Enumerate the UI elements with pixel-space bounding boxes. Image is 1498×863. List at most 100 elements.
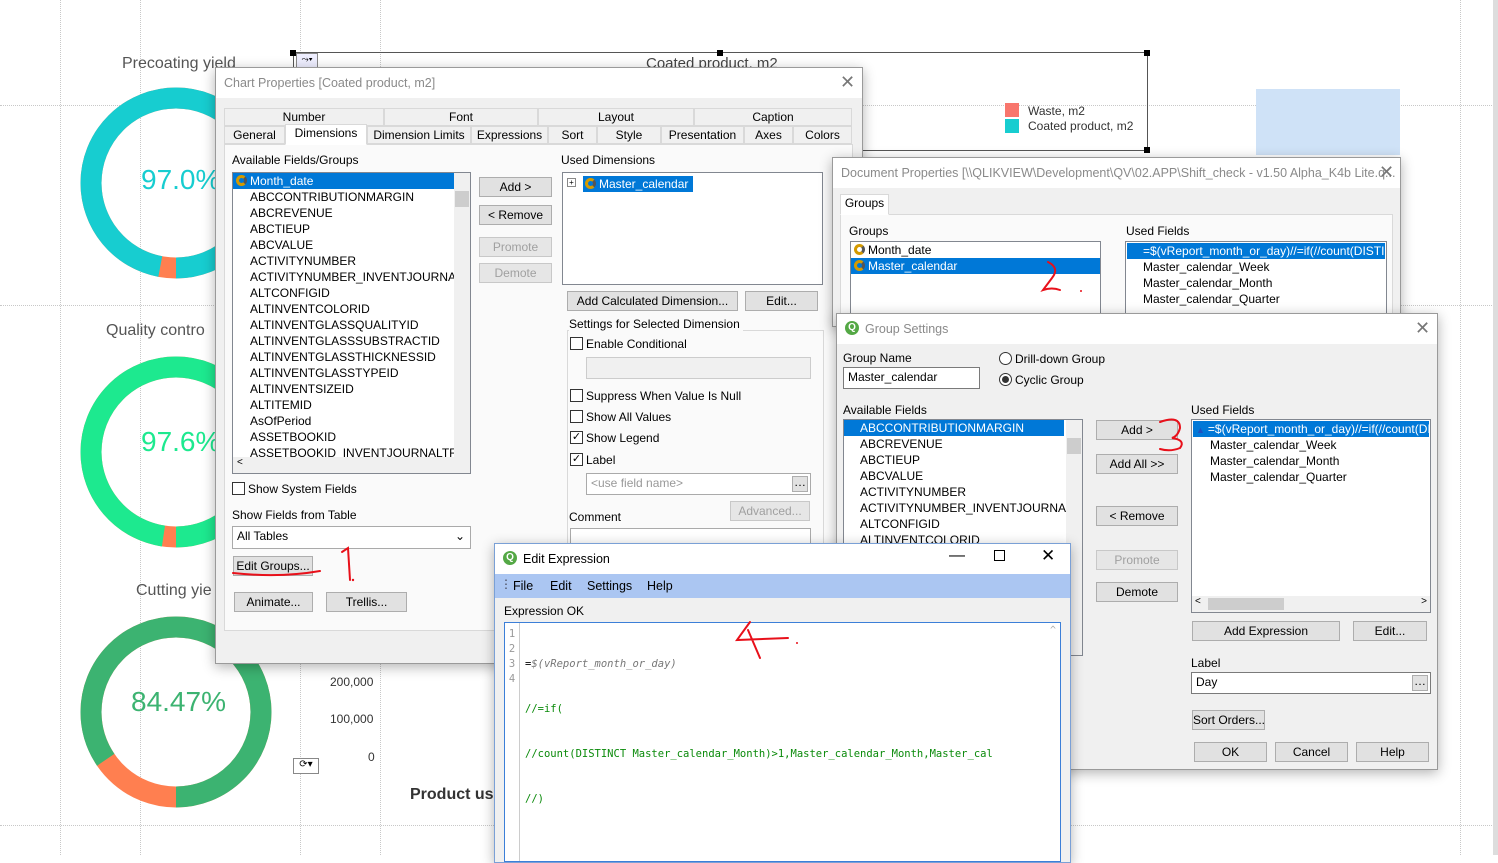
tab-colors[interactable]: Colors — [793, 126, 852, 144]
list-item[interactable]: ABCVALUE — [844, 468, 1082, 484]
tab-style[interactable]: Style — [597, 126, 661, 144]
list-item[interactable]: ALTINVENTCOLORID — [233, 301, 470, 317]
list-item[interactable]: Master_calendar — [583, 176, 694, 192]
add-expression-button[interactable]: Add Expression — [1192, 621, 1340, 641]
add-calculated-dimension-button[interactable]: Add Calculated Dimension... — [567, 291, 738, 311]
tab-dimensions[interactable]: Dimensions — [285, 124, 367, 145]
tab-presentation[interactable]: Presentation — [661, 126, 744, 144]
expand-icon[interactable]: + — [567, 178, 576, 187]
resize-handle[interactable] — [1144, 147, 1150, 153]
promote-button[interactable]: Promote — [1096, 550, 1178, 570]
show-system-fields-checkbox[interactable] — [232, 482, 245, 495]
close-icon[interactable]: ✕ — [840, 72, 855, 93]
list-item[interactable]: ALTINVENTGLASSSUBSTRACTID — [233, 333, 470, 349]
list-item[interactable]: Master_calendar_Month — [1193, 453, 1429, 469]
add-button[interactable]: Add > — [479, 177, 552, 197]
tab-general[interactable]: General — [224, 126, 285, 144]
advanced-button[interactable]: Advanced... — [730, 501, 810, 521]
list-item[interactable]: Month_date — [851, 242, 1100, 258]
list-item[interactable]: ALTCONFIGID — [844, 516, 1082, 532]
list-item[interactable]: Master_calendar — [851, 258, 1100, 274]
cycle-group-icon[interactable]: ⟳▾ — [293, 758, 319, 774]
list-item[interactable]: Master_calendar_Month — [1127, 275, 1385, 291]
promote-button[interactable]: Promote — [479, 237, 552, 257]
tab-axes[interactable]: Axes — [744, 126, 793, 144]
list-item[interactable]: ALTINVENTGLASSTHICKNESSID — [233, 349, 470, 365]
edit-groups-button[interactable]: Edit Groups... — [233, 556, 313, 576]
minimize-icon[interactable]: — — [949, 547, 965, 565]
list-item[interactable]: ALTINVENTGLASSTYPEID — [233, 365, 470, 381]
enable-conditional-checkbox[interactable] — [570, 337, 583, 350]
tab-sort[interactable]: Sort — [548, 126, 597, 144]
list-item[interactable]: Master_calendar_Week — [1127, 259, 1385, 275]
remove-button[interactable]: < Remove — [479, 205, 552, 225]
list-item[interactable]: ACTIVITYNUMBER_INVENTJOURNALTF — [233, 269, 470, 285]
table-select[interactable]: All Tables ⌄ — [232, 526, 471, 549]
demote-button[interactable]: Demote — [479, 263, 552, 283]
resize-handle[interactable] — [1144, 50, 1150, 56]
add-button[interactable]: Add > — [1096, 420, 1178, 440]
list-item[interactable]: ABCTIEUP — [233, 221, 470, 237]
label-checkbox[interactable]: ✓ — [570, 453, 583, 466]
list-item[interactable]: Month_date — [233, 173, 454, 189]
remove-button[interactable]: < Remove — [1096, 506, 1178, 526]
available-fields-list[interactable]: Month_date ABCCONTRIBUTIONMARGIN ABCREVENU… — [232, 172, 471, 474]
list-item[interactable]: ACTIVITYNUMBER_INVENTJOURNALTF — [844, 500, 1082, 516]
ellipsis-button[interactable]: … — [792, 476, 808, 492]
drill-down-radio[interactable] — [999, 352, 1012, 365]
list-item[interactable]: ALTINVENTGLASSQUALITYID — [233, 317, 470, 333]
tab-font[interactable]: Font — [384, 108, 538, 126]
conditional-input[interactable] — [586, 357, 811, 379]
menu-settings[interactable]: Settings — [587, 579, 632, 593]
list-item[interactable]: ALTCONFIGID — [233, 285, 470, 301]
menu-edit[interactable]: Edit — [550, 579, 572, 593]
list-item[interactable]: =$(vReport_month_or_day)//=if(//count(DI… — [1127, 243, 1386, 259]
ellipsis-button[interactable]: … — [1412, 675, 1428, 691]
list-item[interactable]: ABCTIEUP — [844, 452, 1082, 468]
tab-caption[interactable]: Caption — [694, 108, 852, 126]
ok-button[interactable]: OK — [1194, 742, 1267, 762]
tab-expressions[interactable]: Expressions — [471, 126, 548, 144]
list-item[interactable]: Master_calendar_Quarter — [1127, 291, 1385, 307]
cancel-button[interactable]: Cancel — [1275, 742, 1348, 762]
label-input[interactable]: Day — [1191, 672, 1431, 694]
list-item[interactable]: ASSETBOOKID — [233, 429, 470, 445]
scrollbar[interactable] — [454, 173, 470, 458]
list-item[interactable]: Master_calendar_Quarter — [1193, 469, 1429, 485]
list-item[interactable]: ABCREVENUE — [844, 436, 1082, 452]
label-input[interactable]: <use field name> — [586, 473, 811, 495]
show-all-values-checkbox[interactable] — [570, 410, 583, 423]
add-all-button[interactable]: Add All >> — [1096, 454, 1178, 474]
demote-button[interactable]: Demote — [1096, 582, 1178, 602]
tab-dimension-limits[interactable]: Dimension Limits — [367, 126, 471, 144]
h-scrollbar[interactable]: < > — [1192, 596, 1430, 612]
help-button[interactable]: Help — [1356, 742, 1429, 762]
sort-orders-button[interactable]: Sort Orders... — [1192, 710, 1265, 730]
maximize-icon[interactable] — [994, 550, 1005, 561]
suppress-null-checkbox[interactable] — [570, 389, 583, 402]
list-item[interactable]: ACTIVITYNUMBER — [233, 253, 470, 269]
used-fields-list[interactable]: ▲ =$(vReport_month_or_day)//=if(//count(D… — [1191, 419, 1431, 613]
group-name-input[interactable]: Master_calendar — [843, 367, 980, 389]
list-item[interactable]: ACTIVITYNUMBER — [844, 484, 1082, 500]
cyclic-group-radio[interactable] — [999, 373, 1012, 386]
show-legend-checkbox[interactable]: ✓ — [570, 431, 583, 444]
h-scrollbar[interactable]: < — [233, 457, 470, 473]
trellis-button[interactable]: Trellis... — [326, 592, 407, 612]
tab-layout[interactable]: Layout — [538, 108, 694, 126]
list-item[interactable]: Master_calendar_Week — [1193, 437, 1429, 453]
list-item[interactable]: ALTITEMID — [233, 397, 470, 413]
list-item[interactable]: AsOfPeriod — [233, 413, 470, 429]
used-dimensions-list[interactable]: + Master_calendar — [562, 172, 823, 285]
list-item[interactable]: ▲ =$(vReport_month_or_day)//=if(//count(D… — [1193, 421, 1430, 437]
edit-button[interactable]: Edit... — [1353, 621, 1427, 641]
close-icon[interactable]: ✕ — [1415, 318, 1430, 339]
close-icon[interactable]: ✕ — [1379, 162, 1394, 183]
menu-file[interactable]: File — [513, 579, 533, 593]
close-icon[interactable]: ✕ — [1041, 546, 1055, 566]
scroll-up-icon[interactable]: ^ — [1050, 625, 1056, 636]
list-item[interactable]: ABCCONTRIBUTIONMARGIN — [844, 420, 1064, 436]
list-item[interactable]: ABCVALUE — [233, 237, 470, 253]
list-item[interactable]: ABCREVENUE — [233, 205, 470, 221]
expression-editor[interactable]: 1234 =$(vReport_month_or_day) //=if( //c… — [504, 622, 1061, 862]
